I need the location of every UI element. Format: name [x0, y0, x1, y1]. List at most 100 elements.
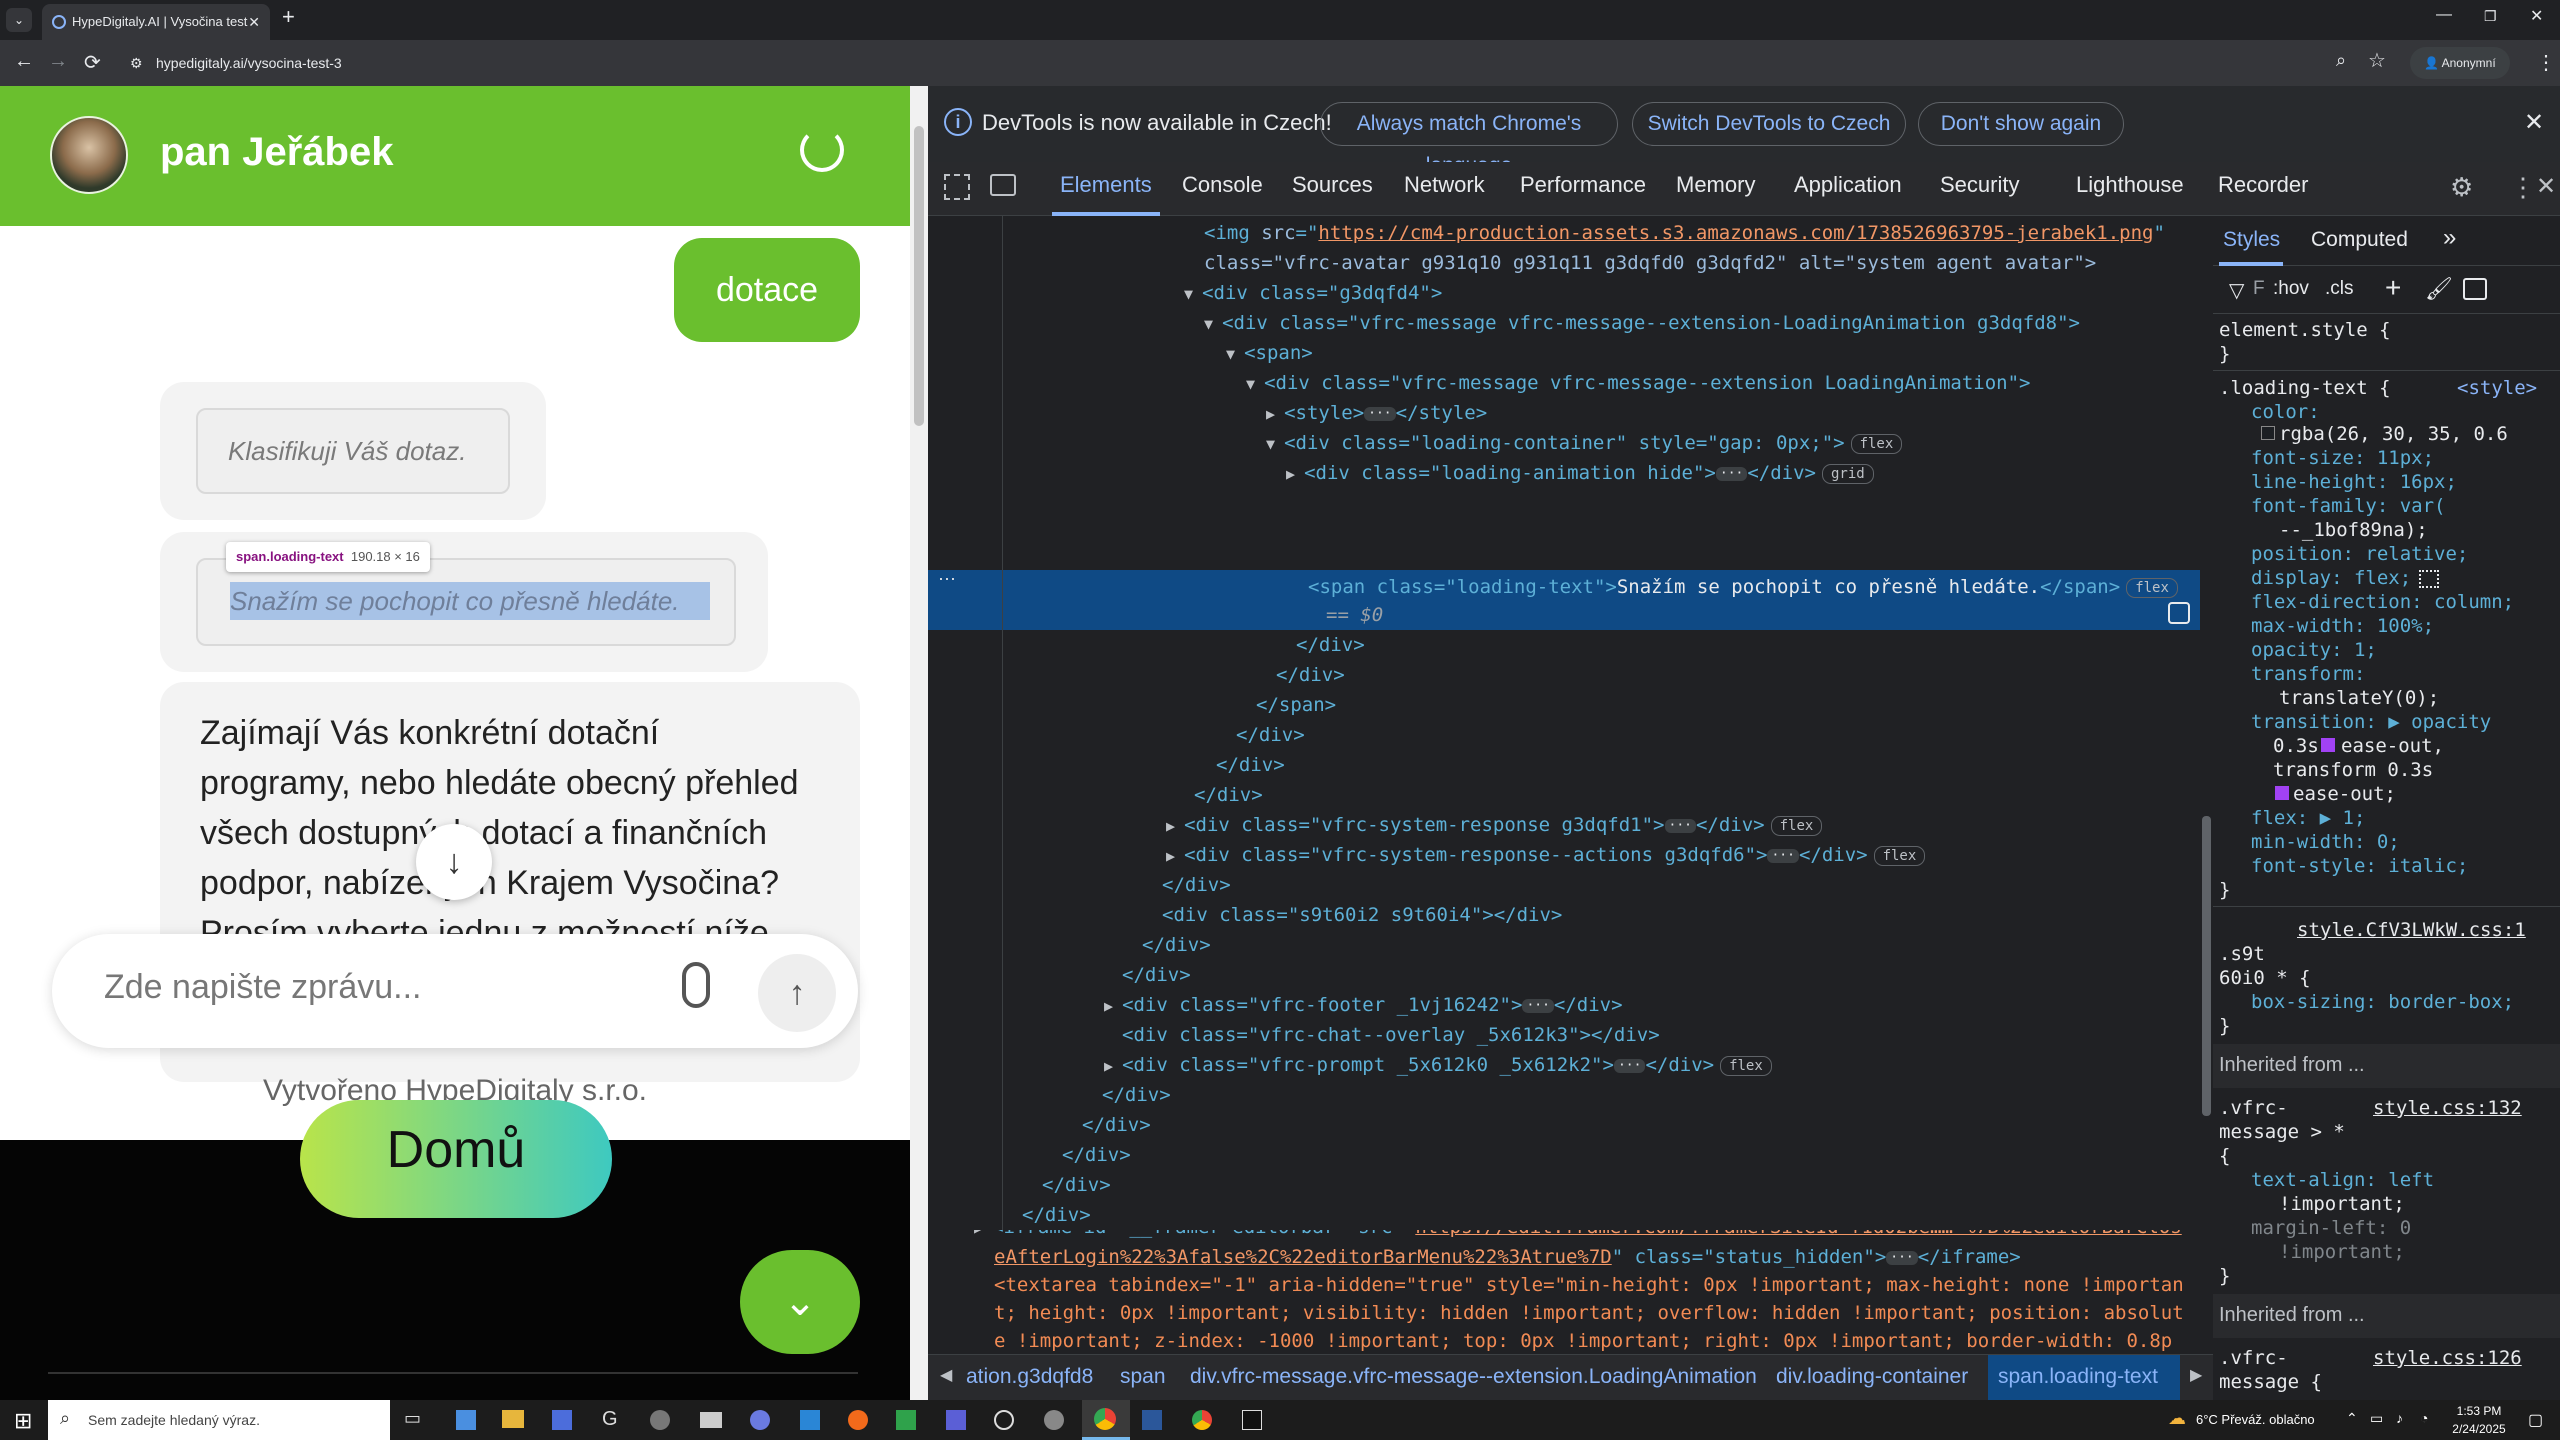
flex-editor-icon[interactable]: [2419, 570, 2439, 588]
weather-text[interactable]: 6°C Převáž. oblačno: [2196, 1412, 2315, 1427]
tab-recorder[interactable]: Recorder: [2218, 172, 2308, 198]
style-source-link[interactable]: style.CfV3LWkW.css:1: [2297, 918, 2526, 942]
paint-icon[interactable]: 🖌: [2425, 276, 2453, 302]
dom-line[interactable]: ▼ <div class="vfrc-message vfrc-message-…: [1204, 308, 2080, 339]
tab-styles[interactable]: Styles: [2223, 228, 2280, 252]
chatgpt-icon[interactable]: [994, 1410, 1014, 1430]
close-devtools-icon[interactable]: ✕: [2536, 172, 2556, 201]
hov-toggle[interactable]: :hov: [2273, 278, 2309, 300]
app-icon[interactable]: [1044, 1410, 1064, 1430]
tray-chevron-icon[interactable]: ⌃: [2346, 1410, 2358, 1427]
new-rule-icon[interactable]: +: [2385, 272, 2401, 304]
new-tab-button[interactable]: +: [282, 4, 295, 30]
send-button[interactable]: ↑: [758, 954, 836, 1032]
task-view-icon[interactable]: ▭: [404, 1408, 421, 1429]
page-scrollbar[interactable]: [910, 86, 928, 1400]
app-icon[interactable]: [700, 1412, 722, 1428]
menu-kebab-icon[interactable]: ⋮: [2536, 50, 2556, 75]
flex-badge[interactable]: flex: [1850, 433, 1903, 454]
dom-line[interactable]: <textarea tabindex="-1" aria-hidden="tru…: [994, 1270, 2184, 1300]
collapsed-ellipsis[interactable]: ···: [1522, 998, 1554, 1013]
bookmark-star-icon[interactable]: ☆: [2368, 48, 2386, 73]
app-icon[interactable]: [1242, 1410, 1262, 1430]
scrollbar-thumb[interactable]: [914, 126, 924, 426]
tab-performance[interactable]: Performance: [1520, 172, 1646, 198]
collapsed-ellipsis[interactable]: ···: [1715, 466, 1748, 481]
close-tab-icon[interactable]: ✕: [248, 4, 260, 40]
volume-icon[interactable]: ♪: [2396, 1410, 2403, 1426]
breadcrumb-item[interactable]: div.vfrc-message.vfrc-message--extension…: [1190, 1365, 1757, 1389]
img-src-link[interactable]: https://cm4-production-assets.s3.amazona…: [1318, 222, 2153, 244]
devtools-menu-icon[interactable]: ⋮: [2510, 172, 2536, 203]
minimize-button[interactable]: —: [2436, 6, 2452, 24]
filter-input[interactable]: F: [2253, 278, 2265, 300]
forward-icon[interactable]: →: [48, 50, 68, 73]
app-icon[interactable]: [750, 1410, 770, 1430]
vscode-icon[interactable]: [800, 1410, 820, 1430]
easing-swatch[interactable]: [2321, 738, 2335, 752]
filter-icon[interactable]: ▽: [2229, 278, 2244, 303]
browser-tab[interactable]: HypeDigitaly.AI | Vysočina test ✕: [42, 4, 270, 40]
home-button[interactable]: Domů: [300, 1100, 612, 1218]
style-source-link[interactable]: style.css:126: [2373, 1346, 2522, 1370]
inspect-element-icon[interactable]: [944, 174, 970, 200]
microphone-icon[interactable]: [682, 962, 710, 1008]
iframe-src-link[interactable]: https://edit.framer.com/?framerSiteId=f1…: [1415, 1230, 2181, 1238]
grid-badge[interactable]: grid: [1822, 463, 1874, 484]
tab-lighthouse[interactable]: Lighthouse: [2076, 172, 2184, 198]
site-info-icon[interactable]: ⚙: [130, 47, 143, 79]
style-source-link[interactable]: style.css:132: [2373, 1096, 2522, 1120]
sidebar-toggle-icon[interactable]: [2463, 278, 2487, 300]
breadcrumb-item[interactable]: ation.g3dqfd8: [966, 1365, 1093, 1389]
close-infobar-icon[interactable]: ✕: [2524, 108, 2544, 137]
address-bar[interactable]: ⚙ hypedigitaly.ai/vysocina-test-3: [120, 47, 2380, 79]
flex-badge[interactable]: flex: [1873, 845, 1926, 866]
scroll-down-button[interactable]: ↓: [416, 824, 492, 900]
collapsed-ellipsis[interactable]: ···: [1664, 818, 1696, 833]
app-icon[interactable]: [650, 1410, 670, 1430]
app-icon[interactable]: [552, 1410, 572, 1430]
dom-line[interactable]: ▼ <span>: [1226, 338, 1313, 369]
match-language-button[interactable]: Always match Chrome's language: [1320, 102, 1618, 177]
restore-button[interactable]: ❐: [2484, 8, 2497, 25]
tab-search-button[interactable]: ⌄: [6, 8, 32, 32]
app-icon[interactable]: G: [602, 1408, 618, 1431]
breadcrumb-item[interactable]: span: [1120, 1365, 1166, 1389]
dom-line[interactable]: ▼ <div class="loading-container" style="…: [1266, 428, 1903, 459]
zoom-icon[interactable]: ⌕: [2336, 50, 2346, 71]
dom-line[interactable]: ▶ <div class="vfrc-footer _1vj16242"> ···…: [1104, 990, 1623, 1021]
dom-line-selected[interactable]: <span class="loading-text">Snažím se poc…: [1308, 572, 2178, 602]
collapsed-ellipsis[interactable]: ···: [1613, 1058, 1646, 1073]
dom-line[interactable]: <img src="https://cm4-production-assets.…: [1204, 218, 2165, 248]
chrome-active-icon[interactable]: [1082, 1400, 1130, 1440]
chat-toggle-button[interactable]: ⌄: [740, 1250, 860, 1354]
dom-line[interactable]: ▼ <div class="vfrc-message vfrc-message-…: [1246, 368, 2030, 399]
tab-network[interactable]: Network: [1404, 172, 1485, 198]
tab-security[interactable]: Security: [1940, 172, 2019, 198]
dont-show-button[interactable]: Don't show again: [1918, 102, 2124, 146]
network-icon[interactable]: ▭: [2370, 1410, 2383, 1427]
word-icon[interactable]: [1142, 1410, 1162, 1430]
dom-line[interactable]: <div class="vfrc-chat--overlay _5x612k3"…: [1122, 1020, 1660, 1050]
dom-line[interactable]: <div class="s9t60i2 s9t60i4"></div>: [1162, 900, 1562, 930]
elements-scroll-thumb[interactable]: [2202, 816, 2211, 1116]
collapsed-ellipsis[interactable]: ···: [1364, 406, 1396, 421]
dom-line[interactable]: ▶ <div class="vfrc-system-response--acti…: [1166, 840, 1926, 871]
elements-scrollbar[interactable]: [2200, 216, 2213, 1354]
crumb-scroll-right-icon[interactable]: ▶: [2190, 1365, 2202, 1385]
dom-line[interactable]: ▶ <div class="loading-animation hide"> ··…: [1286, 458, 1874, 489]
restart-icon[interactable]: [800, 128, 844, 172]
reload-icon[interactable]: ⟳: [84, 50, 101, 75]
explorer-icon[interactable]: [502, 1410, 524, 1428]
message-input[interactable]: Zde napište zprávu...: [104, 968, 422, 1007]
tab-application[interactable]: Application: [1794, 172, 1902, 198]
add-node-icon[interactable]: [2168, 602, 2190, 624]
app-icon[interactable]: [456, 1410, 476, 1430]
chrome-icon[interactable]: [1192, 1410, 1212, 1430]
breadcrumb-item[interactable]: span.loading-text: [1998, 1365, 2158, 1389]
flex-badge[interactable]: flex: [2126, 577, 2178, 598]
flex-badge[interactable]: flex: [1720, 1055, 1772, 1076]
app-icon[interactable]: [896, 1410, 916, 1430]
taskbar-search[interactable]: ⌕ Sem zadejte hledaný výraz.: [48, 1400, 390, 1440]
breadcrumb-item[interactable]: div.loading-container: [1776, 1365, 1968, 1389]
